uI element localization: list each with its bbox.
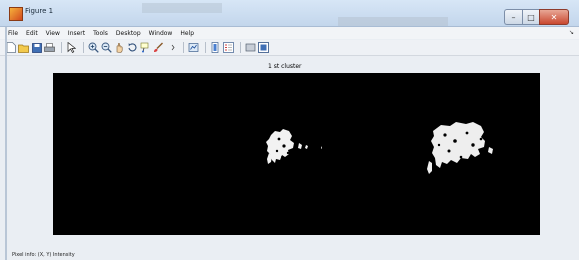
toolbar-separator: [205, 42, 206, 53]
menu-help[interactable]: Help: [176, 30, 198, 37]
menu-desktop[interactable]: Desktop: [112, 30, 145, 37]
edit-plot-icon[interactable]: [66, 42, 77, 53]
show-plot-tools-icon[interactable]: [258, 42, 269, 53]
save-icon[interactable]: [31, 42, 42, 53]
pan-icon[interactable]: [114, 42, 125, 53]
menu-insert[interactable]: Insert: [64, 30, 89, 37]
toolbar-separator: [240, 42, 241, 53]
menu-view[interactable]: View: [42, 30, 64, 37]
blurred-region: [142, 3, 222, 13]
menu-edit[interactable]: Edit: [22, 30, 42, 37]
toolbar-separator: [83, 42, 84, 53]
pixel-info-status: Pixel info: (X, Y) Intensity: [12, 252, 75, 258]
blurred-region: [338, 17, 448, 26]
maximize-button[interactable]: □: [522, 9, 539, 25]
hide-plot-tools-icon[interactable]: [245, 42, 256, 53]
print-icon[interactable]: [44, 42, 55, 53]
image-axes[interactable]: [53, 73, 540, 235]
colorbar-icon[interactable]: [210, 42, 221, 53]
open-file-icon[interactable]: [18, 42, 29, 53]
toolbar-separator: [183, 42, 184, 53]
figure-toolbar: [0, 40, 579, 56]
window-controls: – □ ✕: [504, 9, 569, 25]
minimize-button[interactable]: –: [504, 9, 522, 25]
link-data-icon[interactable]: [188, 42, 199, 53]
cluster-region-right: [427, 122, 493, 174]
cluster-image: [266, 122, 493, 174]
matlab-figure-icon[interactable]: [9, 7, 23, 21]
rotate-3d-icon[interactable]: [127, 42, 138, 53]
brush-icon[interactable]: [153, 42, 164, 53]
data-cursor-icon[interactable]: [140, 42, 151, 53]
menubar-dock-arrow-icon[interactable]: ↘: [569, 29, 574, 36]
menu-tools[interactable]: Tools: [89, 30, 112, 37]
zoom-out-icon[interactable]: [101, 42, 112, 53]
menu-window[interactable]: Window: [145, 30, 177, 37]
toolbar-separator: [61, 42, 62, 53]
title-bar[interactable]: Figure 1 – □ ✕: [0, 0, 579, 27]
figure-title: 1 st cluster: [268, 63, 302, 70]
link-plot-icon[interactable]: [166, 42, 177, 53]
zoom-in-icon[interactable]: [88, 42, 99, 53]
menu-bar: File Edit View Insert Tools Desktop Wind…: [0, 27, 579, 39]
close-button[interactable]: ✕: [539, 9, 569, 25]
window-title: Figure 1: [25, 7, 54, 15]
window-left-edge: [5, 27, 7, 260]
menu-file[interactable]: File: [0, 30, 22, 37]
legend-icon[interactable]: [223, 42, 234, 53]
cluster-region-left: [266, 129, 322, 164]
